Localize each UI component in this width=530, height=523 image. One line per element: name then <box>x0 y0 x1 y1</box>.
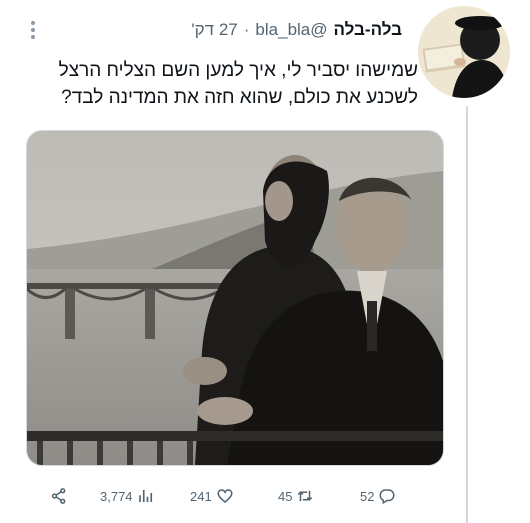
handle[interactable]: @bla_bla <box>255 20 327 40</box>
like-button[interactable]: 241 <box>190 484 234 508</box>
separator-dot: · <box>243 20 250 39</box>
retweets-count: 45 <box>278 488 293 504</box>
tweet-text-line-1: שמישהו יסביר לי, איך למען השם הצליח הרצל <box>58 60 418 81</box>
share-button[interactable] <box>50 484 68 508</box>
tweet-image[interactable] <box>26 130 444 466</box>
thread-line <box>466 106 468 523</box>
views-count: 3,774 <box>100 488 133 504</box>
likes-count: 241 <box>190 488 212 504</box>
retweet-button[interactable]: 45 <box>278 484 314 508</box>
reply-icon <box>379 489 395 505</box>
display-name[interactable]: בלה-בלה <box>334 20 402 40</box>
more-icon[interactable] <box>30 21 36 41</box>
views-icon <box>138 490 152 502</box>
tweet-text-line-2: לשכנע את כולם, שהוא חזה את המדינה לבד? <box>61 87 418 108</box>
tweet-header: בלה-בלה @bla_bla · 27 דק' <box>191 20 402 40</box>
like-icon <box>217 489 233 503</box>
avatar-image <box>418 6 510 98</box>
action-bar: 3,774 241 45 52 <box>0 484 530 508</box>
tweet-text: שמישהו יסביר לי, איך למען השם הצליח הרצל… <box>18 57 418 111</box>
views-button[interactable]: 3,774 <box>100 484 155 508</box>
reply-button[interactable]: 52 <box>360 484 396 508</box>
retweet-icon <box>298 490 313 502</box>
timestamp[interactable]: 27 דק' <box>191 20 237 40</box>
share-icon <box>51 488 66 504</box>
replies-count: 52 <box>360 488 375 504</box>
avatar[interactable] <box>418 6 510 98</box>
tweet-image-illustration <box>27 131 443 465</box>
